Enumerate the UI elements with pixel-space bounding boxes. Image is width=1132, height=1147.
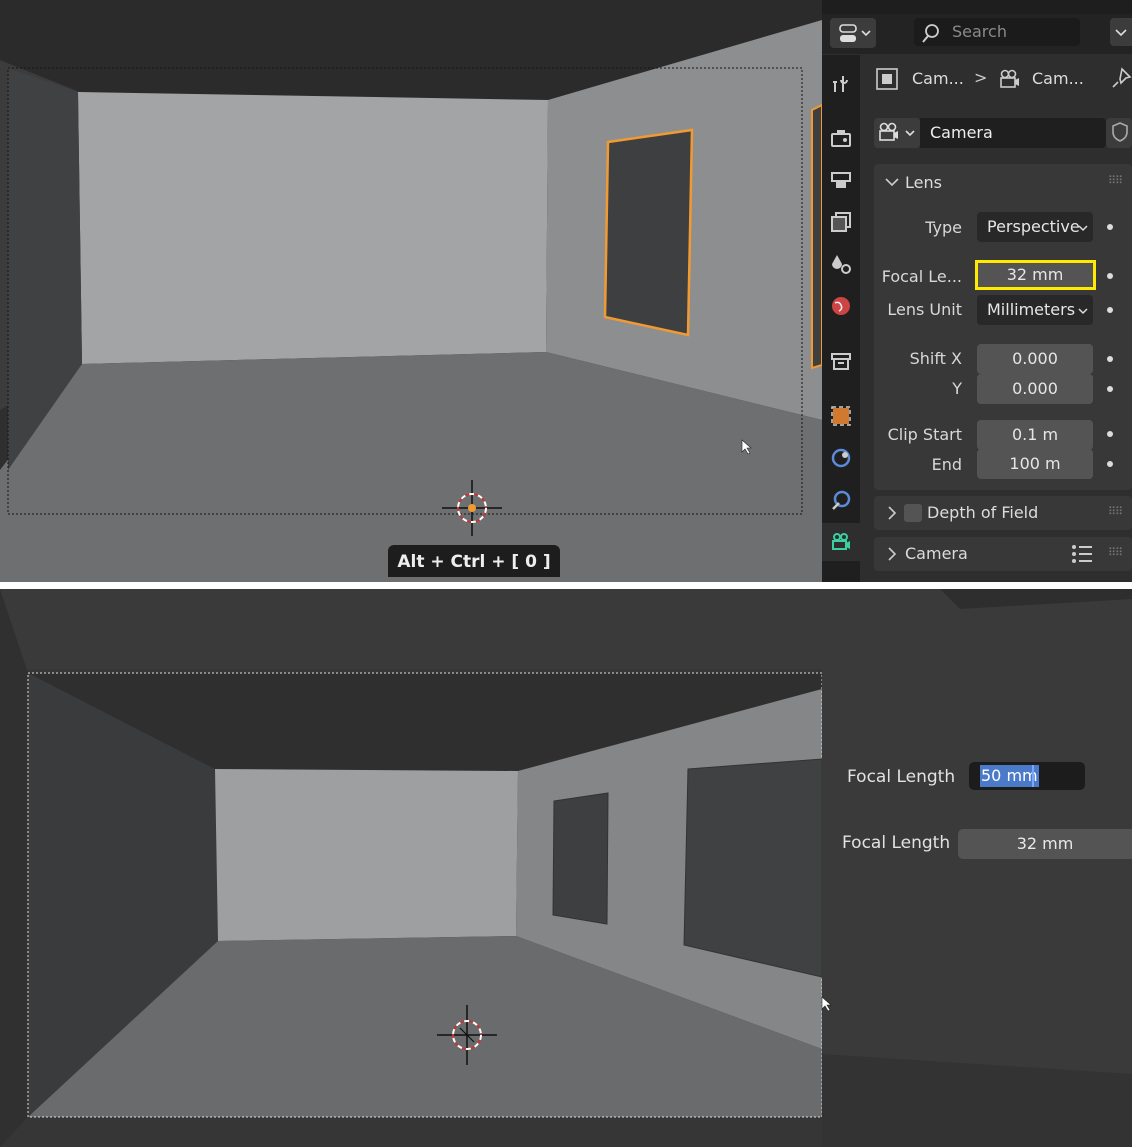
clip-start-field[interactable]: 0.1 m xyxy=(977,420,1093,450)
render-icon xyxy=(831,130,851,147)
object-square-icon xyxy=(876,68,898,90)
camera-panel[interactable]: Camera ⠿⠿ xyxy=(874,537,1132,571)
search-icon xyxy=(922,24,939,43)
viewport-3d[interactable] xyxy=(0,589,1132,1147)
tool-icon xyxy=(833,76,848,92)
dof-checkbox[interactable] xyxy=(904,504,922,522)
drag-handle-icon[interactable]: ⠿⠿ xyxy=(1108,174,1123,187)
animate-property-dot[interactable] xyxy=(1107,307,1113,313)
animate-property-dot[interactable] xyxy=(1107,273,1113,279)
focal-length-edit-field[interactable]: 50 mm xyxy=(969,762,1085,790)
focal-length-label: Focal Le... xyxy=(881,267,962,286)
breadcrumb-separator: > xyxy=(974,68,988,87)
animate-property-dot[interactable] xyxy=(1107,386,1113,392)
chevron-right-icon xyxy=(888,506,897,520)
editor-type-button[interactable] xyxy=(830,18,876,48)
viewport-3d[interactable] xyxy=(0,0,822,582)
lens-panel-title[interactable]: Lens xyxy=(905,173,942,192)
properties-tabs xyxy=(822,55,860,582)
tab-constraint[interactable] xyxy=(822,481,860,519)
camera-icon xyxy=(1000,69,1019,88)
world-icon xyxy=(832,297,850,315)
properties-header: Search xyxy=(822,14,1132,54)
breadcrumb-data: Cam... xyxy=(1032,69,1084,88)
chevron-right-icon xyxy=(888,547,897,561)
tab-view-layer[interactable] xyxy=(822,203,860,241)
breadcrumb-object: Cam... xyxy=(912,69,964,88)
drag-handle-icon[interactable]: ⠿⠿ xyxy=(1108,546,1123,559)
tab-camera-data[interactable] xyxy=(822,523,860,561)
bottom-screenshot: Focal Length 50 mm Focal Length 32 mm xyxy=(0,589,1132,1147)
type-value: Perspective xyxy=(987,217,1080,236)
chevron-down-icon xyxy=(1078,308,1088,315)
shift-y-label: Y xyxy=(952,379,962,398)
shield-icon xyxy=(1112,122,1128,142)
focal-length-field[interactable]: 32 mm xyxy=(958,829,1132,859)
lens-unit-label: Lens Unit xyxy=(887,300,962,319)
search-placeholder: Search xyxy=(952,22,1007,41)
constraint-icon xyxy=(832,490,851,510)
drag-handle-icon[interactable]: ⠿⠿ xyxy=(1108,505,1123,518)
tab-collection[interactable] xyxy=(822,342,860,380)
editor-type-icon xyxy=(839,24,871,42)
top-screenshot: Alt + Ctrl + [ 0 ] Search Cam... > Cam..… xyxy=(0,0,1132,582)
scene-icon xyxy=(832,255,851,274)
fake-user-button[interactable] xyxy=(1106,118,1132,148)
collection-icon xyxy=(831,353,851,370)
shift-x-label: Shift X xyxy=(909,349,962,368)
chevron-down-icon xyxy=(1115,29,1127,37)
pin-icon[interactable] xyxy=(1110,66,1132,92)
depth-of-field-panel[interactable]: Depth of Field ⠿⠿ xyxy=(874,496,1132,530)
tab-render[interactable] xyxy=(822,119,860,157)
chevron-down-icon[interactable] xyxy=(884,174,900,190)
clip-end-label: End xyxy=(931,455,962,474)
text-caret xyxy=(1032,765,1034,787)
presets-list-icon[interactable] xyxy=(1070,543,1094,565)
search-input[interactable]: Search xyxy=(914,18,1080,46)
animate-property-dot[interactable] xyxy=(1107,431,1113,437)
type-dropdown[interactable]: Perspective xyxy=(977,212,1093,242)
camera-panel-title: Camera xyxy=(905,544,968,563)
animate-property-dot[interactable] xyxy=(1107,224,1113,230)
datablock-name-field[interactable]: Camera xyxy=(920,118,1106,148)
datablock-browse-button[interactable] xyxy=(874,118,920,148)
clip-end-field[interactable]: 100 m xyxy=(977,449,1093,479)
selected-window-object xyxy=(603,128,694,337)
tab-tool[interactable] xyxy=(822,65,860,103)
shift-x-field[interactable]: 0.000 xyxy=(977,344,1093,374)
focal-length-edit-value: 50 mm xyxy=(980,765,1039,787)
shift-y-field[interactable]: 0.000 xyxy=(977,374,1093,404)
clip-start-label: Clip Start xyxy=(887,425,962,444)
tab-object[interactable] xyxy=(822,397,860,435)
output-icon xyxy=(831,172,851,188)
dof-panel-title: Depth of Field xyxy=(927,503,1039,522)
camera-data-icon xyxy=(832,533,850,550)
object-icon xyxy=(831,406,851,426)
options-dropdown[interactable] xyxy=(1110,18,1132,46)
lens-unit-dropdown[interactable]: Millimeters xyxy=(977,295,1093,325)
camera-icon xyxy=(879,122,915,141)
tab-world[interactable] xyxy=(822,287,860,325)
shortcut-overlay: Alt + Ctrl + [ 0 ] xyxy=(388,545,560,577)
focal-length-highlight xyxy=(975,260,1096,290)
chevron-down-icon xyxy=(1078,225,1088,232)
type-label: Type xyxy=(925,218,962,237)
modifier-icon xyxy=(831,448,851,468)
focal-length-label: Focal Length xyxy=(842,833,951,853)
view-layer-icon xyxy=(831,212,851,232)
tab-modifier[interactable] xyxy=(822,439,860,477)
animate-property-dot[interactable] xyxy=(1107,356,1113,362)
animate-property-dot[interactable] xyxy=(1107,461,1113,467)
tab-output[interactable] xyxy=(822,161,860,199)
lens-unit-value: Millimeters xyxy=(987,300,1076,319)
tab-scene[interactable] xyxy=(822,245,860,283)
focal-length-edit-label: Focal Length xyxy=(847,767,956,787)
